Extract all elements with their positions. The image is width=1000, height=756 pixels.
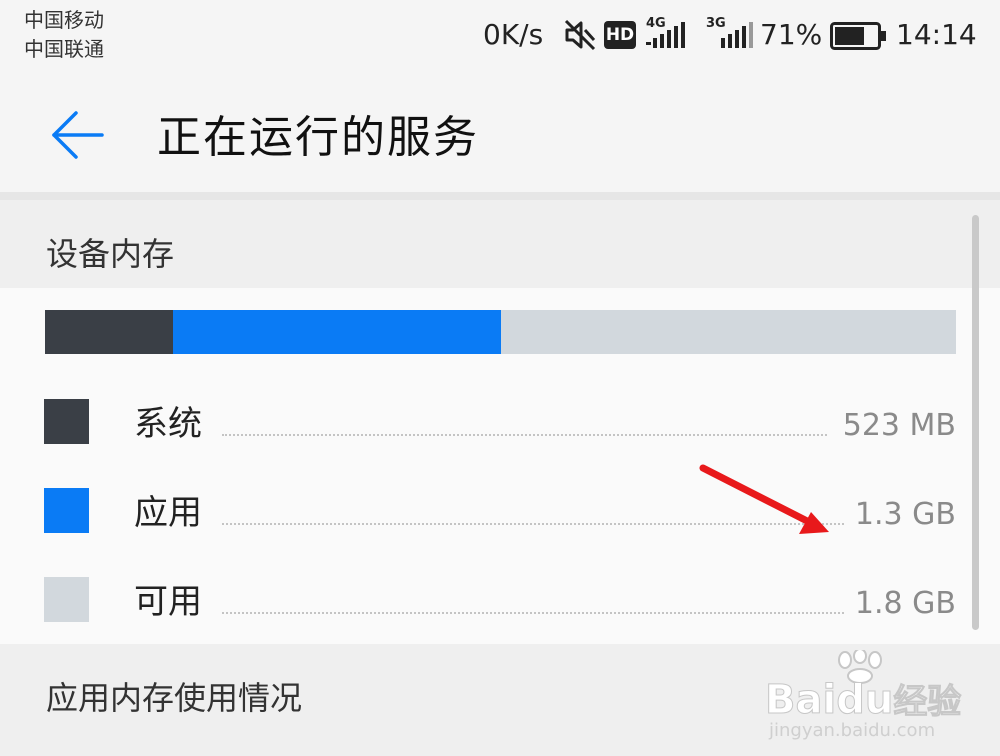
app-bar <box>0 72 1000 194</box>
row-leader-system <box>222 434 827 436</box>
arrow-left-icon[interactable] <box>48 108 106 162</box>
row-value-system: 523 MB <box>842 408 956 443</box>
page-title: 正在运行的服务 <box>157 112 479 163</box>
watermark-brand: Bai <box>764 677 837 724</box>
mute-icon <box>564 19 596 51</box>
memory-bar-segment-available <box>501 310 956 354</box>
legend-swatch-system <box>44 399 89 444</box>
scrollbar[interactable] <box>972 215 979 630</box>
row-label-apps: 应用 <box>134 493 202 533</box>
baidu-jingyan-watermark: Baidu经验 jingyan.baidu.com <box>764 650 975 741</box>
memory-usage-bar <box>45 310 956 354</box>
row-label-available: 可用 <box>134 582 202 622</box>
hd-badge: HD <box>604 21 636 49</box>
carrier-2: 中国联通 <box>24 37 104 61</box>
watermark-brand-mid: du <box>836 677 894 724</box>
signal-1-icon <box>646 22 685 48</box>
row-label-system: 系统 <box>134 404 202 444</box>
legend-swatch-apps <box>44 488 89 533</box>
clock: 14:14 <box>896 18 977 51</box>
annotation-arrow-icon <box>699 464 829 534</box>
row-value-available: 1.8 GB <box>854 586 956 621</box>
appbar-divider <box>0 192 1000 200</box>
battery-icon <box>830 22 886 50</box>
memory-bar-segment-system <box>45 310 173 354</box>
section-title-device-memory: 设备内存 <box>46 235 175 273</box>
memory-bar-segment-apps <box>173 310 501 354</box>
row-value-apps: 1.3 GB <box>854 497 956 532</box>
watermark-url: jingyan.baidu.com <box>769 720 936 741</box>
battery-percent: 71% <box>760 18 823 51</box>
signal-2-icon <box>721 22 753 48</box>
section-title-app-memory[interactable]: 应用内存使用情况 <box>46 676 302 720</box>
legend-swatch-available <box>44 577 89 622</box>
watermark-brand-suffix: 经验 <box>893 682 962 723</box>
row-leader-available <box>222 612 844 614</box>
network-speed: 0K/s <box>483 18 544 51</box>
carrier-1: 中国移动 <box>24 8 104 32</box>
